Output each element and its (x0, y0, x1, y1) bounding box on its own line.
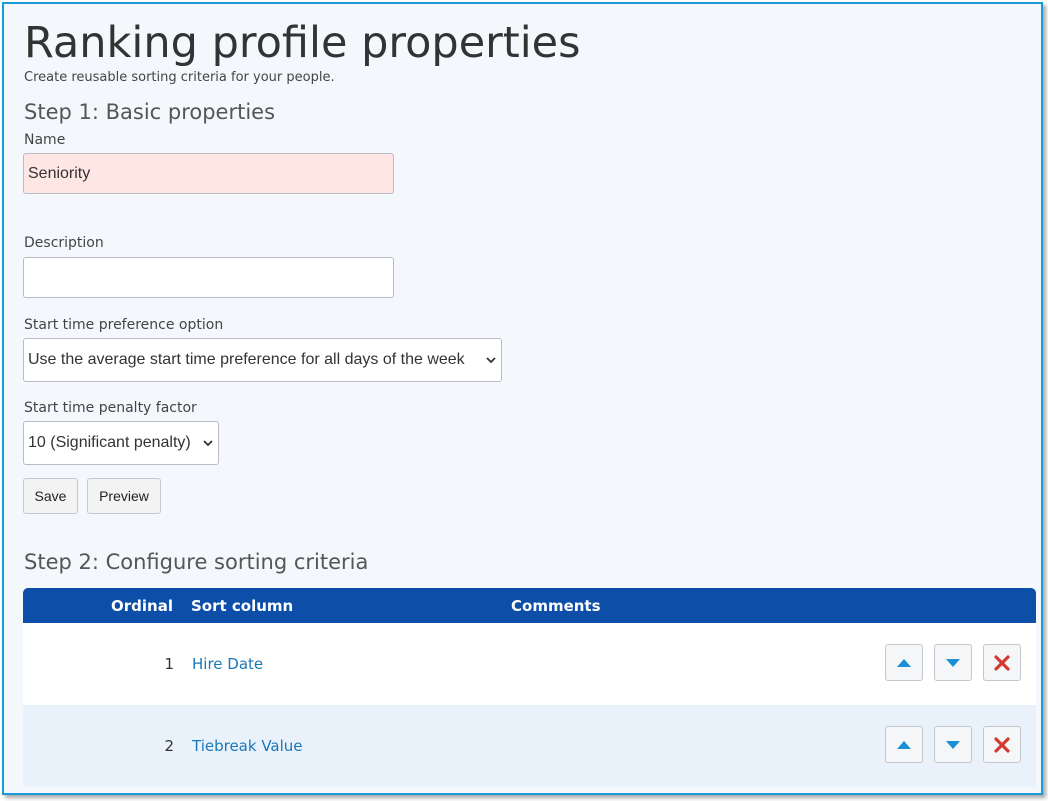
chevron-down-icon (486, 357, 496, 364)
page-subtitle: Create reusable sorting criteria for you… (24, 70, 335, 85)
arrow-down-icon (946, 740, 960, 749)
arrow-up-icon (897, 658, 911, 667)
column-header-ordinal: Ordinal (111, 597, 173, 615)
page-title: Ranking profile properties (24, 18, 581, 68)
sort-column-link[interactable]: Hire Date (192, 655, 263, 673)
start-time-preference-label: Start time preference option (24, 317, 224, 333)
penalty-factor-label: Start time penalty factor (24, 400, 197, 416)
move-down-button[interactable] (934, 726, 972, 763)
arrow-up-icon (897, 740, 911, 749)
sort-column-link[interactable]: Tiebreak Value (192, 737, 303, 755)
step2-heading: Step 2: Configure sorting criteria (24, 550, 369, 574)
penalty-factor-select[interactable]: 10 (Significant penalty) (23, 421, 219, 465)
delete-x-icon (994, 654, 1010, 671)
delete-x-icon (994, 736, 1010, 753)
sorting-criteria-table: Ordinal Sort column Comments 1 Hire Date (23, 588, 1036, 787)
name-label: Name (24, 132, 66, 148)
move-down-button[interactable] (934, 644, 972, 681)
start-time-preference-select[interactable]: Use the average start time preference fo… (23, 338, 502, 382)
column-header-comments: Comments (511, 597, 601, 615)
penalty-factor-value: 10 (Significant penalty) (28, 434, 191, 451)
row-ordinal: 2 (164, 737, 174, 755)
save-button[interactable]: Save (23, 478, 78, 514)
start-time-preference-value: Use the average start time preference fo… (28, 351, 465, 368)
move-up-button[interactable] (885, 644, 923, 681)
arrow-down-icon (946, 658, 960, 667)
name-input-value: Seniority (28, 164, 91, 182)
name-input[interactable]: Seniority (23, 153, 394, 194)
page-frame: Ranking profile properties Create reusab… (2, 2, 1043, 795)
description-label: Description (24, 235, 104, 251)
row-ordinal: 1 (164, 655, 174, 673)
table-header: Ordinal Sort column Comments (23, 588, 1036, 623)
delete-button[interactable] (983, 726, 1021, 763)
table-row: 1 Hire Date (23, 623, 1036, 705)
delete-button[interactable] (983, 644, 1021, 681)
column-header-sort-column: Sort column (191, 597, 294, 615)
table-row: 2 Tiebreak Value (23, 705, 1036, 787)
chevron-down-icon (203, 440, 213, 447)
preview-button[interactable]: Preview (87, 478, 161, 514)
description-input[interactable] (23, 257, 394, 298)
step1-heading: Step 1: Basic properties (24, 100, 276, 124)
move-up-button[interactable] (885, 726, 923, 763)
